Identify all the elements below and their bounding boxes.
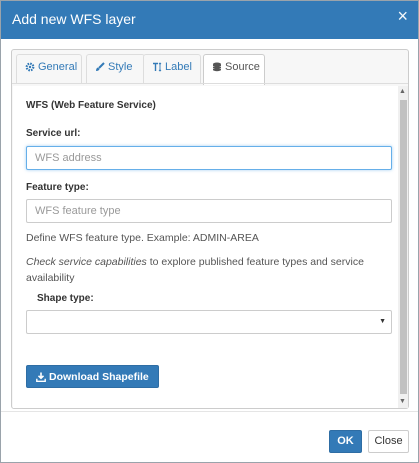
feature-type-label: Feature type: (26, 182, 89, 193)
service-url-input[interactable] (26, 146, 392, 170)
tab-source-label: Source (225, 61, 260, 73)
tab-label-label: Label (165, 61, 192, 73)
download-icon (36, 372, 46, 382)
download-shapefile-label: Download Shapefile (49, 371, 149, 383)
tab-label[interactable]: Label (143, 54, 201, 83)
add-wfs-layer-dialog: Add new WFS layer × General Style Label … (0, 0, 419, 463)
tab-general-label: General (38, 61, 78, 73)
shape-type-label: Shape type: (37, 293, 94, 304)
tab-style[interactable]: Style (86, 54, 145, 83)
source-panel: WFS (Web Feature Service) Service url: F… (13, 86, 398, 408)
tab-style-label: Style (108, 61, 133, 73)
service-url-label: Service url: (26, 128, 81, 139)
ok-button[interactable]: OK (329, 430, 362, 453)
close-icon[interactable]: × (397, 7, 408, 25)
dialog-body: General Style Label Source WFS (Web Feat… (1, 39, 418, 411)
database-icon (213, 62, 221, 72)
text-height-icon (153, 62, 162, 72)
tab-source[interactable]: Source (203, 54, 265, 85)
check-capabilities-link[interactable]: Check service capabilities (26, 256, 147, 268)
dialog-title: Add new WFS layer (12, 11, 136, 27)
capabilities-help: Check service capabilities to explore pu… (26, 254, 388, 286)
brush-icon (96, 62, 105, 71)
feature-type-help: Define WFS feature type. Example: ADMIN-… (26, 232, 259, 244)
tabs-container: General Style Label Source WFS (Web Feat… (11, 49, 409, 409)
feature-type-input[interactable] (26, 199, 392, 223)
dialog-footer: OK Close (1, 411, 418, 462)
scroll-thumb[interactable] (400, 100, 407, 394)
gear-icon (25, 62, 35, 72)
scroll-up-icon[interactable]: ▲ (399, 88, 406, 95)
shape-type-select[interactable]: ▼ (26, 310, 392, 334)
panel-scrollbar[interactable]: ▲ ▼ (398, 86, 408, 408)
section-title: WFS (Web Feature Service) (26, 100, 156, 111)
tab-divider (12, 83, 408, 84)
dialog-header: Add new WFS layer × (1, 1, 418, 39)
caret-down-icon: ▼ (379, 318, 386, 325)
tab-general[interactable]: General (16, 54, 82, 83)
download-shapefile-button[interactable]: Download Shapefile (26, 365, 159, 388)
scroll-down-icon[interactable]: ▼ (399, 398, 406, 405)
close-button[interactable]: Close (368, 430, 409, 453)
